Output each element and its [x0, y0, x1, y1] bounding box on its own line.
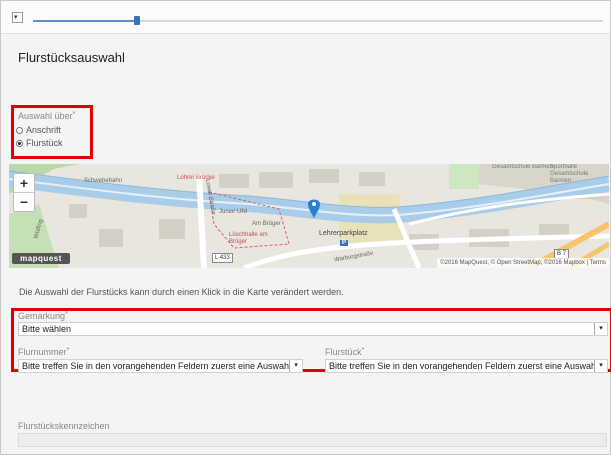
zoom-control: + −: [13, 173, 35, 212]
chevron-down-icon[interactable]: ▾: [594, 360, 607, 372]
progress-bar: ▾: [1, 1, 610, 34]
map-label: Schwebebahn: [84, 178, 123, 184]
gemarkung-label: Gemarkung*: [18, 311, 68, 321]
map-attribution[interactable]: ©2016 MapQuest, © Open StreetMap, ©2016 …: [437, 258, 609, 268]
map-view[interactable]: Schwebebahn Lohrer Brücke Junior UNI Am …: [9, 164, 609, 268]
progress-thumb[interactable]: [134, 16, 140, 25]
flurstueck-select[interactable]: Bitte treffen Sie in den vorangehenden F…: [325, 359, 608, 373]
zoom-out-button[interactable]: −: [14, 193, 34, 211]
flurstueck-value: Bitte treffen Sie in den vorangehenden F…: [329, 361, 599, 371]
flurstueck-label: Flurstück*: [325, 347, 365, 357]
kennzeichen-label: Flurstückskennzeichen: [18, 421, 110, 431]
map-label: Junior UNI: [219, 209, 248, 215]
radio-circle-selected[interactable]: [16, 139, 23, 147]
chevron-down-icon[interactable]: ▾: [594, 323, 607, 335]
progress-fill: [33, 20, 136, 22]
map-label: Lehrerparkplatz: [319, 230, 368, 237]
map-hint-text: Die Auswahl der Flurstücks kann durch ei…: [19, 287, 344, 297]
road-shield-l433: L 433: [212, 253, 233, 263]
section-title: Flurstücksauswahl: [18, 50, 125, 65]
radio-circle[interactable]: [16, 126, 23, 134]
kennzeichen-field: [18, 433, 607, 447]
mapquest-logo[interactable]: mapquest: [12, 253, 70, 264]
collapse-button[interactable]: ▾: [12, 12, 23, 23]
radio-label-flurstueck: Flurstück: [26, 138, 63, 148]
gemarkung-value: Bitte wählen: [22, 324, 72, 334]
flurnummer-label: Flurnummer*: [18, 347, 70, 357]
form-panel: ▾ Flurstücksauswahl Auswahl über* Anschr…: [0, 0, 611, 455]
radio-flurstueck[interactable]: Flurstück: [16, 138, 63, 148]
radio-anschrift[interactable]: Anschrift: [16, 125, 61, 135]
radio-label-anschrift: Anschrift: [26, 125, 62, 135]
map-label: Am Bröger: [252, 221, 281, 227]
chevron-down-icon[interactable]: ▾: [289, 360, 302, 372]
map-label: Gesamtschule Barmen: [492, 164, 554, 170]
gemarkung-select[interactable]: Bitte wählen ▾: [18, 322, 608, 336]
parking-icon: P: [340, 240, 349, 246]
chevron-down-icon: ▾: [14, 14, 18, 21]
flurnummer-value: Bitte treffen Sie in den vorangehenden F…: [22, 361, 292, 371]
map-label: Sporthalle Gesamtschule Barmen: [550, 164, 589, 184]
flurnummer-select[interactable]: Bitte treffen Sie in den vorangehenden F…: [18, 359, 303, 373]
auswahl-legend: Auswahl über*: [18, 111, 76, 121]
zoom-in-button[interactable]: +: [14, 174, 34, 193]
map-label: Löschhalle am Bröger: [229, 232, 268, 245]
